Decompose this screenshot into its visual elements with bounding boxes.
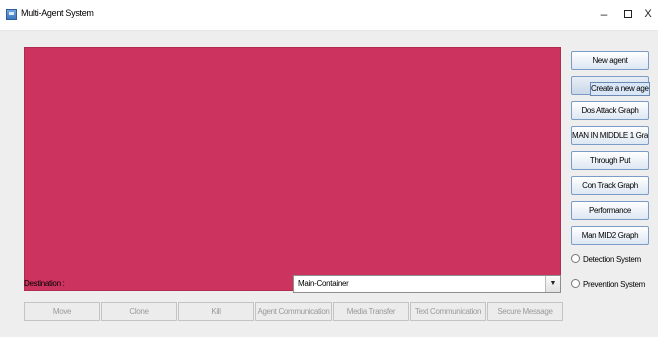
radio-circle-icon	[571, 279, 580, 289]
main-content: New agent Create a new agent Dos Attack …	[0, 31, 658, 337]
window-title: Multi-Agent System	[21, 8, 94, 18]
agent-canvas[interactable]	[24, 47, 561, 291]
destination-select[interactable]: Main-Container ▼	[293, 275, 561, 293]
prevention-system-radio[interactable]: Prevention System	[571, 279, 645, 291]
dos-attack-graph-button[interactable]: Dos Attack Graph	[571, 101, 649, 120]
new-agent-tooltip: Create a new agent	[590, 82, 650, 96]
dropdown-arrow-icon[interactable]: ▼	[545, 276, 560, 292]
maximize-icon	[624, 10, 632, 18]
java-window-icon	[6, 9, 17, 20]
destination-value: Main-Container	[298, 279, 349, 288]
detection-system-radio[interactable]: Detection System	[571, 254, 641, 266]
destination-label: Destination :	[24, 279, 65, 288]
prevention-system-label: Prevention System	[583, 280, 646, 289]
secure-message-button[interactable]: Secure Message	[487, 302, 563, 321]
new-agent-button[interactable]: New agent	[571, 51, 649, 70]
agent-communication-button[interactable]: Agent Communication	[255, 302, 332, 321]
title-bar: Multi-Agent System – X	[0, 0, 658, 31]
detection-system-label: Detection System	[583, 255, 641, 264]
con-track-graph-button[interactable]: Con Track Graph	[571, 176, 649, 195]
man-in-middle-1-graph-button[interactable]: MAN IN MIDDLE 1 Graph	[571, 126, 649, 145]
close-button[interactable]: X	[638, 5, 658, 23]
maximize-button[interactable]	[618, 5, 638, 23]
radio-circle-icon	[571, 254, 580, 264]
through-put-button[interactable]: Through Put	[571, 151, 649, 170]
kill-button[interactable]: Kill	[178, 302, 254, 321]
move-button[interactable]: Move	[24, 302, 100, 321]
media-transfer-button[interactable]: Media Transfer	[333, 302, 409, 321]
man-mid2-graph-button[interactable]: Man MID2 Graph	[571, 226, 649, 245]
minimize-button[interactable]: –	[594, 5, 614, 23]
clone-button[interactable]: Clone	[101, 302, 177, 321]
text-communication-button[interactable]: Text Communication	[410, 302, 486, 321]
performance-button[interactable]: Performance	[571, 201, 649, 220]
